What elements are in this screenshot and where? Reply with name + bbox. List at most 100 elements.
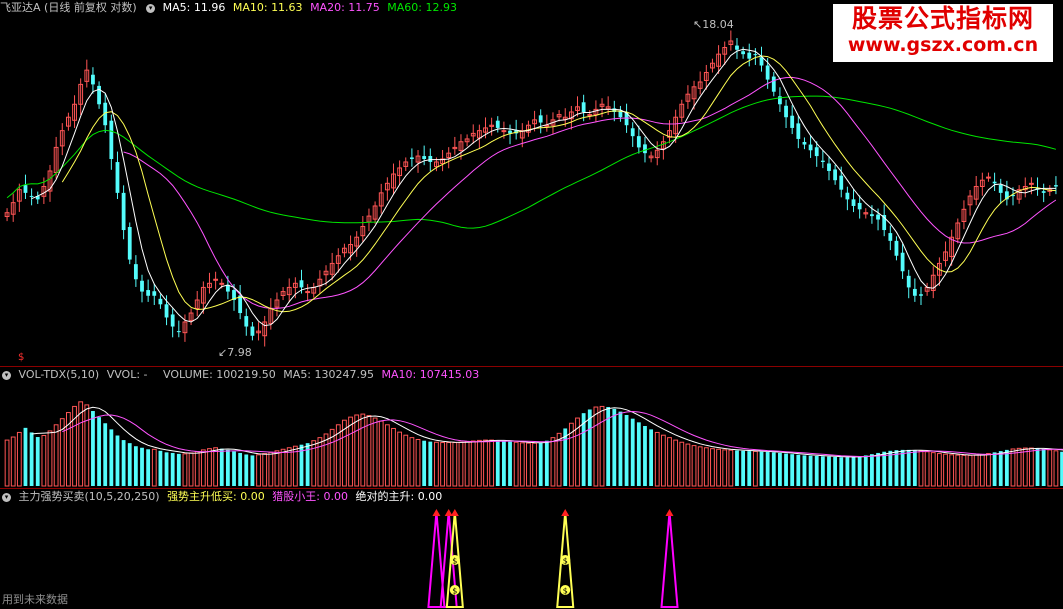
volume-bar	[360, 413, 366, 487]
volume-bar	[752, 450, 758, 487]
volume-bar	[649, 429, 654, 486]
volume-bar	[1053, 450, 1059, 487]
candle-body	[636, 136, 641, 148]
candle-body	[422, 156, 427, 160]
ma5-legend: MA5: 11.96	[163, 1, 226, 14]
candle-body	[299, 280, 304, 288]
volume-bar	[140, 447, 144, 486]
volume-bar	[35, 437, 40, 486]
vol-ma5-value: 130247.95	[314, 368, 375, 381]
volume-bar	[538, 442, 543, 486]
volume-bar	[833, 456, 838, 486]
volume-bar	[741, 450, 746, 486]
volume-bar	[796, 454, 801, 486]
volume-bar	[550, 437, 556, 487]
volume-bar	[384, 424, 390, 487]
volume-bar	[182, 453, 188, 487]
indicator-legend: ▾ 主力强势买卖(10,5,20,250) 强势主升低买: 0.00 猎股小王:…	[0, 489, 446, 505]
volume-bar	[1022, 447, 1028, 487]
volume-bar	[961, 454, 967, 487]
volume-bar	[839, 457, 844, 486]
ma20-value: 11.75	[348, 1, 380, 14]
vol-ma5-label: MA5:	[283, 368, 312, 381]
volume-bar	[1047, 449, 1053, 487]
volume-bar	[587, 409, 592, 486]
candle-body	[870, 214, 874, 217]
volume-bar	[979, 453, 985, 487]
volume-bar	[526, 442, 531, 487]
candle-body	[808, 144, 813, 151]
vol-ma10-legend: MA10: 107415.03	[382, 368, 480, 381]
volume-bar	[888, 450, 893, 486]
volume-value-legend: VOLUME: 100219.50	[163, 368, 276, 381]
period-label: (日线 前复权 对数)	[44, 1, 137, 14]
volume-bar	[268, 451, 274, 487]
candle-body	[888, 233, 893, 241]
volume-bar	[16, 431, 22, 487]
candle-body	[581, 102, 586, 112]
volume-bar	[759, 451, 764, 486]
signal-arrow	[561, 509, 570, 516]
chevron-down-icon[interactable]: ▾	[2, 492, 11, 502]
volume-bar	[53, 424, 59, 487]
ma10-line	[61, 55, 1056, 313]
volume-bar	[41, 435, 47, 487]
candle-body	[790, 115, 795, 128]
volume-bar	[232, 451, 236, 486]
volume-bar	[814, 456, 819, 486]
volume-bar	[403, 434, 409, 487]
volume-bar	[151, 448, 157, 487]
candle-body	[219, 282, 225, 285]
volume-bar	[213, 447, 219, 487]
signal2-value: 0.00	[323, 490, 349, 503]
stock-name: 飞亚达A	[0, 1, 41, 14]
candle-body	[305, 291, 311, 294]
volume-bar	[422, 440, 427, 486]
volume-bar	[415, 438, 421, 487]
candle-body	[538, 115, 543, 123]
candle-body	[97, 85, 101, 105]
volume-bar	[703, 447, 709, 487]
signal-arrow	[450, 509, 459, 516]
volume-bar	[820, 456, 825, 486]
future-data-note: 用到未来数据	[2, 593, 68, 606]
volume-bar	[1010, 448, 1016, 487]
volume-bar	[483, 439, 488, 487]
volume-bar	[378, 420, 384, 487]
candle-body	[759, 57, 764, 66]
volume-bar	[930, 452, 936, 487]
volume-bar	[790, 454, 795, 486]
volume-bar	[323, 433, 329, 487]
candle-body	[133, 264, 138, 280]
volume-legend: ▾ VOL-TDX(5,10) VVOL: - VOLUME: 100219.5…	[0, 367, 483, 383]
candle-body	[127, 227, 132, 260]
volume-bar	[121, 440, 126, 486]
volume-bar	[679, 441, 685, 487]
high-price-label: ↖18.04	[693, 18, 734, 31]
candle-body	[250, 326, 255, 336]
volume-bar	[29, 432, 34, 486]
candle-body	[176, 331, 181, 333]
volume-bar	[986, 453, 991, 487]
volume-bar	[97, 417, 101, 486]
vol-ma10-value: 107415.03	[419, 368, 480, 381]
volume-bar	[250, 455, 255, 486]
volume-bar	[440, 442, 445, 487]
volume-bar	[164, 452, 169, 486]
volume-bar	[225, 449, 230, 486]
candle-body	[820, 160, 825, 162]
chevron-down-icon[interactable]: ▾	[146, 3, 156, 13]
volume-bar	[470, 440, 476, 487]
volume-bar	[348, 416, 353, 487]
high-price-value: 18.04	[702, 18, 734, 31]
volume-bar	[10, 436, 16, 487]
volume-bar	[906, 449, 911, 486]
volume-bar	[728, 449, 734, 487]
coin-glyph: $	[563, 587, 568, 596]
volume-bar	[643, 426, 647, 486]
ma60-legend: MA60: 12.93	[387, 1, 457, 14]
volume-bar	[998, 451, 1003, 486]
chevron-down-icon[interactable]: ▾	[2, 370, 11, 380]
candle-body	[802, 141, 807, 145]
volume-bar	[654, 431, 660, 487]
